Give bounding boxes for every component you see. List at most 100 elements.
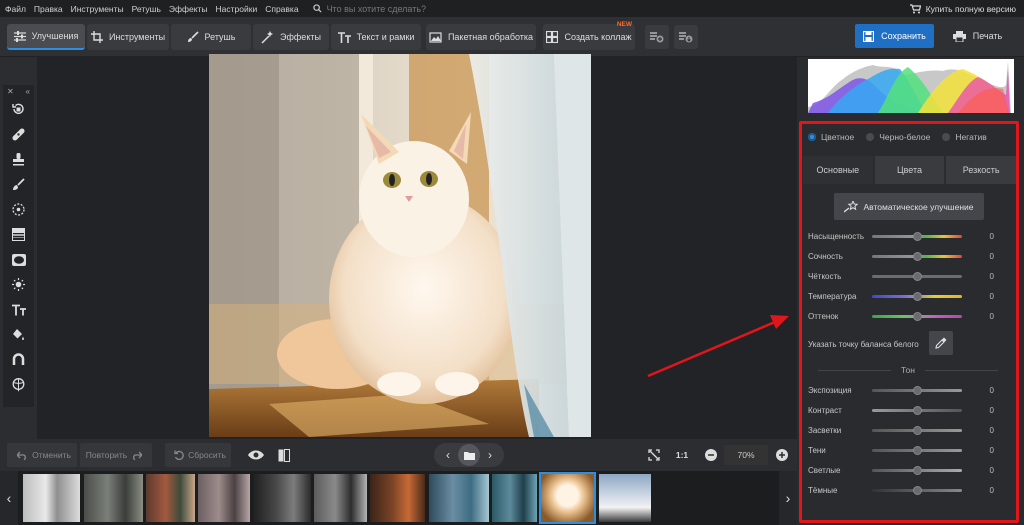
open-folder-button[interactable] [458, 444, 480, 466]
brush-icon [13, 178, 25, 190]
geotag-tool[interactable] [3, 372, 34, 397]
gradient-filter-tool[interactable] [3, 222, 34, 247]
vignette-icon [11, 253, 26, 266]
compare-icon [278, 448, 290, 462]
image-navigation: ‹ › [434, 443, 504, 467]
redo-button[interactable]: Повторить [80, 443, 152, 467]
menu-effects[interactable]: Эффекты [169, 4, 208, 14]
print-button[interactable]: Печать [940, 24, 1015, 48]
filmstrip: ‹ › [0, 471, 797, 525]
batch-add-button[interactable] [645, 25, 669, 49]
fit-screen-button[interactable] [643, 443, 665, 467]
tool-strip-header: ✕ « [3, 85, 34, 97]
brush-icon [187, 31, 199, 42]
list-download-icon [679, 32, 693, 43]
close-icon[interactable]: ✕ [7, 87, 14, 96]
light-tool[interactable] [3, 272, 34, 297]
filmstrip-thumbnail[interactable] [198, 474, 250, 522]
menu-help[interactable]: Справка [265, 4, 298, 14]
filmstrip-thumbnail[interactable] [370, 474, 425, 522]
search-placeholder: Что вы хотите сделать? [326, 3, 427, 14]
filmstrip-thumbnail[interactable] [429, 474, 489, 522]
actual-size-button[interactable]: 1:1 [670, 443, 694, 467]
dotted-circle-icon [12, 203, 25, 216]
bandage-icon [12, 128, 25, 141]
menu-bar: Файл Правка Инструменты Ретушь Эффекты Н… [0, 0, 1024, 17]
sun-icon [12, 278, 25, 291]
menu-file[interactable]: Файл [5, 4, 26, 14]
filmstrip-thumbnail[interactable] [599, 474, 651, 522]
paint-bucket-icon [13, 329, 24, 340]
redo-icon [133, 451, 143, 460]
warp-tool[interactable] [3, 347, 34, 372]
tab-effects[interactable]: Эффекты [253, 24, 329, 50]
filmstrip-thumbnail[interactable] [84, 474, 143, 522]
menu-edit[interactable]: Правка [34, 4, 63, 14]
tab-label: Создать коллаж [564, 32, 632, 42]
menu-settings[interactable]: Настройки [216, 4, 258, 14]
globe-pin-icon [12, 377, 25, 391]
highlight-frame [799, 121, 1019, 523]
filmstrip-thumbnail[interactable] [492, 474, 537, 522]
reset-icon [174, 450, 184, 460]
prev-image-icon[interactable]: ‹ [446, 448, 450, 462]
healing-tool[interactable] [3, 122, 34, 147]
rotate-tool[interactable] [3, 97, 34, 122]
folder-icon [463, 451, 475, 460]
menu-tools[interactable]: Инструменты [71, 4, 124, 14]
tab-retouch[interactable]: Ретушь [171, 24, 251, 50]
image-stack-icon [429, 32, 442, 43]
collage-icon [546, 31, 559, 43]
menu-search[interactable]: Что вы хотите сделать? [312, 3, 427, 14]
plus-circle-icon [776, 449, 788, 461]
tab-label: Инструменты [108, 32, 166, 42]
buy-full-version-link[interactable]: Купить полную версию [909, 0, 1016, 17]
zoom-in-button[interactable] [771, 443, 793, 467]
tab-label: Эффекты [280, 32, 321, 42]
print-label: Печать [972, 31, 1003, 41]
tab-tools[interactable]: Инструменты [87, 24, 169, 50]
cart-icon [909, 3, 921, 13]
eye-icon [248, 450, 264, 460]
text-icon [11, 304, 26, 315]
filmstrip-thumbnail[interactable] [314, 474, 367, 522]
tab-label: Текст и рамки [356, 32, 415, 42]
text-icon [337, 31, 351, 43]
collapse-icon[interactable]: « [26, 87, 30, 96]
filmstrip-thumbnail[interactable] [23, 474, 80, 522]
batch-export-button[interactable] [674, 25, 698, 49]
filmstrip-thumbnail[interactable] [146, 474, 195, 522]
filmstrip-prev-icon[interactable]: ‹ [0, 471, 18, 525]
buy-label: Купить полную версию [925, 3, 1016, 14]
tab-enhancements[interactable]: Улучшения [7, 24, 85, 50]
text-tool[interactable] [3, 297, 34, 322]
tab-label: Улучшения [31, 31, 79, 41]
filmstrip-thumbnail[interactable] [253, 474, 311, 522]
preview-toggle-button[interactable] [242, 443, 270, 467]
compare-button[interactable] [272, 443, 296, 467]
vignette-tool[interactable] [3, 247, 34, 272]
stamp-tool[interactable] [3, 147, 34, 172]
undo-button[interactable]: Отменить [7, 443, 77, 467]
tab-batch-processing[interactable]: Пакетная обработка [426, 24, 536, 50]
brush-tool[interactable] [3, 172, 34, 197]
radial-selection-tool[interactable] [3, 197, 34, 222]
minus-circle-icon [705, 449, 717, 461]
edited-photo [209, 54, 591, 437]
zoom-level[interactable]: 70% [724, 445, 768, 465]
tab-text-frames[interactable]: Текст и рамки [331, 24, 421, 50]
tab-create-collage[interactable]: Создать коллаж NEW [543, 21, 635, 50]
sparkle-icon [261, 30, 274, 44]
save-label: Сохранить [881, 31, 926, 41]
filmstrip-next-icon[interactable]: › [779, 471, 797, 525]
zoom-out-button[interactable] [700, 443, 722, 467]
tab-label: Ретушь [204, 32, 236, 42]
filmstrip-thumbnail-selected[interactable] [539, 472, 596, 524]
floppy-icon [863, 30, 875, 42]
fit-screen-icon [648, 449, 660, 461]
fill-tool[interactable] [3, 322, 34, 347]
save-button[interactable]: Сохранить [855, 24, 934, 48]
next-image-icon[interactable]: › [488, 448, 492, 462]
menu-retouch[interactable]: Ретушь [132, 4, 161, 14]
reset-button[interactable]: Сбросить [165, 443, 231, 467]
